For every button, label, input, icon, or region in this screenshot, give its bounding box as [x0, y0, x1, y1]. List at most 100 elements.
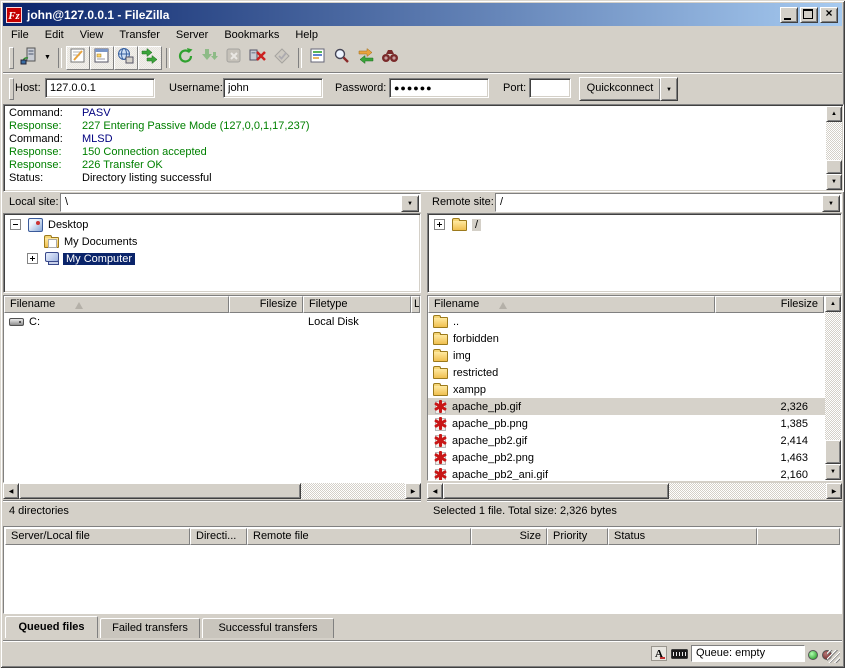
column-header-filetype[interactable]: Filetype	[303, 296, 411, 313]
remote-site-dropdown[interactable]	[822, 195, 840, 212]
tab-queued-files[interactable]: Queued files	[5, 616, 98, 638]
file-row[interactable]: apache_pb.png1,385	[428, 415, 825, 432]
scroll-right-button[interactable]	[826, 483, 842, 499]
file-row[interactable]: apache_pb2.png1,463	[428, 449, 825, 466]
synchronized-browsing-button[interactable]	[354, 46, 378, 70]
local-site-dropdown[interactable]	[401, 195, 419, 212]
scroll-up-button[interactable]	[826, 106, 842, 122]
scroll-thumb[interactable]	[19, 483, 301, 499]
scroll-up-button[interactable]	[825, 296, 841, 312]
column-header-filename[interactable]: Filename	[4, 296, 229, 313]
toggle-transfer-queue-button[interactable]	[138, 46, 162, 70]
password-label: Password:	[335, 74, 386, 103]
tree-item-my-computer[interactable]: My Computer	[4, 250, 420, 267]
password-input[interactable]	[389, 78, 489, 98]
expand-icon[interactable]	[27, 253, 38, 264]
image-file-icon	[433, 468, 447, 480]
toolbar-grip[interactable]	[9, 47, 14, 69]
log-scrollbar[interactable]	[826, 106, 842, 190]
tree-item-my-documents[interactable]: My Documents	[4, 233, 420, 250]
menu-view[interactable]: View	[72, 28, 112, 42]
menu-file[interactable]: File	[3, 28, 37, 42]
column-header-filesize[interactable]: Filesize	[229, 296, 303, 313]
menu-server[interactable]: Server	[168, 28, 216, 42]
scroll-thumb[interactable]	[443, 483, 669, 499]
column-header-status[interactable]: Status	[608, 528, 757, 545]
scroll-right-button[interactable]	[405, 483, 421, 499]
site-manager-button[interactable]	[17, 46, 41, 70]
site-manager-dropdown[interactable]	[41, 47, 54, 69]
titlebar[interactable]: Fz john@127.0.0.1 - FileZilla	[3, 3, 842, 26]
remote-file-list: Filename Filesize .. forbidden img restr…	[427, 295, 842, 481]
local-hscrollbar[interactable]	[3, 483, 421, 499]
column-header-filename[interactable]: Filename	[428, 296, 715, 313]
remote-vscrollbar[interactable]	[825, 296, 841, 480]
quickconnect-button[interactable]: Quickconnect	[579, 77, 661, 101]
collapse-icon[interactable]	[10, 219, 21, 230]
file-row[interactable]: apache_pb2_ani.gif2,160	[428, 466, 825, 480]
menu-help[interactable]: Help	[287, 28, 326, 42]
column-header-direction[interactable]: Directi...	[190, 528, 247, 545]
port-input[interactable]	[529, 78, 571, 98]
find-files-button[interactable]	[378, 46, 402, 70]
column-header-priority[interactable]: Priority	[547, 528, 608, 545]
tree-item-desktop[interactable]: Desktop	[4, 216, 420, 233]
toggle-remote-tree-button[interactable]	[114, 46, 138, 70]
toolbar-separator	[298, 48, 302, 68]
tab-failed-transfers[interactable]: Failed transfers	[100, 618, 200, 638]
remote-hscrollbar[interactable]	[427, 483, 842, 499]
file-row[interactable]: apache_pb2.gif2,414	[428, 432, 825, 449]
toggle-local-tree-button[interactable]	[90, 46, 114, 70]
tree-item-root[interactable]: /	[428, 216, 841, 233]
close-button[interactable]	[820, 7, 838, 23]
menu-transfer[interactable]: Transfer	[111, 28, 168, 42]
menu-edit[interactable]: Edit	[37, 28, 72, 42]
column-header-server-local-file[interactable]: Server/Local file	[5, 528, 190, 545]
disconnect-button[interactable]	[246, 46, 270, 70]
username-input[interactable]	[223, 78, 323, 98]
filezilla-logo-icon: Fz	[6, 7, 22, 23]
column-header-size[interactable]: Size	[471, 528, 547, 545]
remote-site-combobox[interactable]: /	[495, 193, 842, 212]
scroll-thumb[interactable]	[825, 440, 841, 464]
host-input[interactable]	[45, 78, 155, 98]
toggle-message-log-button[interactable]	[66, 46, 90, 70]
column-header-last-modified[interactable]: L	[411, 296, 420, 313]
menu-bookmarks[interactable]: Bookmarks	[216, 28, 287, 42]
tab-successful-transfers[interactable]: Successful transfers	[202, 618, 334, 638]
maximize-button[interactable]	[800, 7, 818, 23]
reconnect-button[interactable]	[270, 46, 294, 70]
scroll-down-button[interactable]	[825, 464, 841, 480]
file-row[interactable]: img	[428, 347, 825, 364]
scroll-thumb[interactable]	[826, 160, 842, 174]
quickconnect-dropdown[interactable]	[660, 77, 678, 101]
directory-listing-filters-button[interactable]	[306, 46, 330, 70]
quickbar-grip[interactable]	[9, 78, 14, 100]
resize-grip[interactable]	[827, 650, 840, 663]
expand-icon[interactable]	[434, 219, 445, 230]
log-line: Response:150 Connection accepted	[6, 146, 824, 159]
file-row[interactable]: restricted	[428, 364, 825, 381]
local-site-combobox[interactable]: \	[60, 193, 421, 212]
column-header-filesize[interactable]: Filesize	[715, 296, 824, 313]
refresh-button[interactable]	[174, 46, 198, 70]
process-queue-button[interactable]	[198, 46, 222, 70]
file-row-selected[interactable]: apache_pb.gif2,326	[428, 398, 825, 415]
minimize-button[interactable]	[780, 7, 798, 23]
queue-list-body[interactable]	[5, 545, 840, 612]
scroll-left-button[interactable]	[427, 483, 443, 499]
file-search-button[interactable]	[330, 46, 354, 70]
file-row[interactable]: C: Local Disk	[4, 313, 420, 330]
file-row[interactable]: xampp	[428, 381, 825, 398]
column-header-empty	[757, 528, 840, 545]
port-label: Port:	[503, 74, 526, 103]
chevron-down-icon	[828, 201, 834, 207]
file-row[interactable]: forbidden	[428, 330, 825, 347]
scroll-left-button[interactable]	[3, 483, 19, 499]
column-header-remote-file[interactable]: Remote file	[247, 528, 471, 545]
scroll-down-button[interactable]	[826, 174, 842, 190]
chevron-down-icon	[666, 87, 672, 93]
cancel-operation-button[interactable]	[222, 46, 246, 70]
file-row[interactable]: ..	[428, 313, 825, 330]
image-file-icon	[433, 417, 447, 430]
